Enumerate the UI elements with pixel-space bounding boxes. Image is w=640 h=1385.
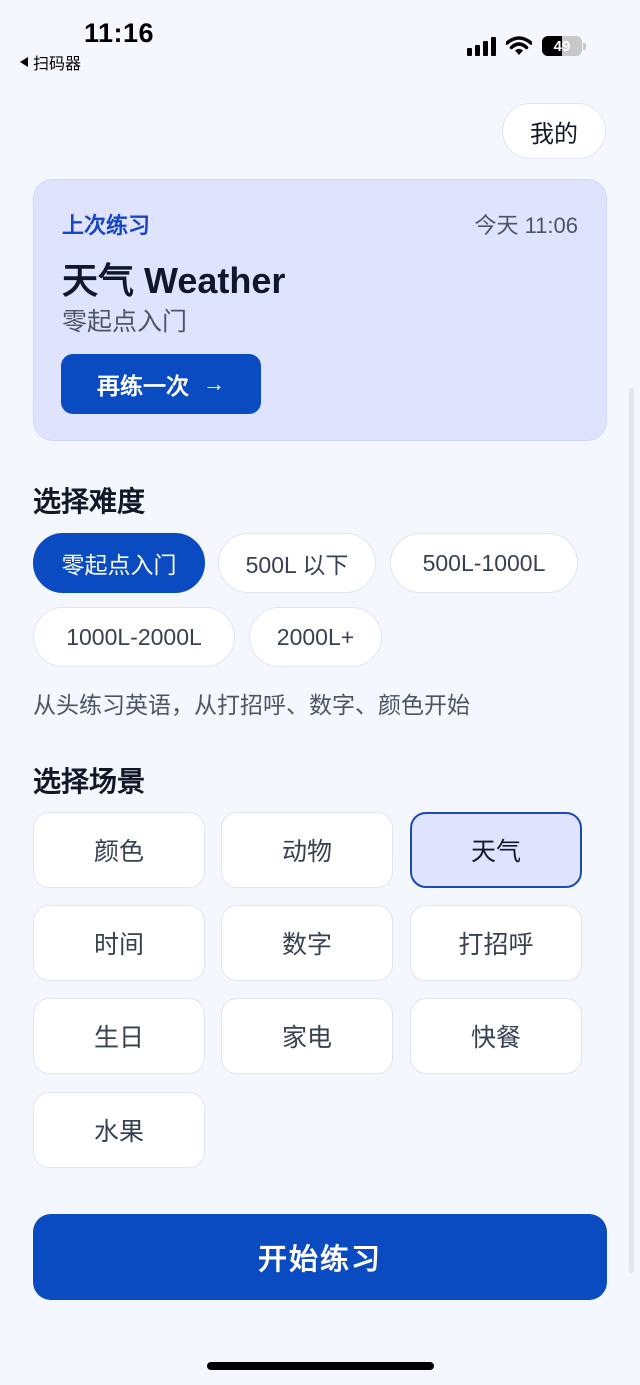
scene-section-title: 选择场景 xyxy=(33,766,146,797)
difficulty-chip[interactable]: 零起点入门 xyxy=(33,533,205,593)
scene-option[interactable]: 颜色 xyxy=(33,812,205,888)
back-app-label: 扫码器 xyxy=(33,56,82,73)
battery-icon: 49 xyxy=(542,36,582,56)
status-icons: 49 xyxy=(467,36,586,56)
scene-option[interactable]: 家电 xyxy=(221,998,393,1074)
cellular-signal-icon xyxy=(467,36,496,56)
last-practice-label: 上次练习 xyxy=(62,213,151,238)
last-practice-time: 今天 11:06 xyxy=(474,213,578,238)
home-indicator xyxy=(207,1362,434,1370)
scene-option[interactable]: 动物 xyxy=(221,812,393,888)
scene-option[interactable]: 数字 xyxy=(221,905,393,981)
status-time: 11:16 xyxy=(84,18,155,48)
difficulty-chip[interactable]: 500L-1000L xyxy=(390,533,578,593)
scene-option[interactable]: 水果 xyxy=(33,1092,205,1168)
scrollbar[interactable] xyxy=(629,388,634,1273)
wifi-icon xyxy=(506,36,532,55)
last-practice-card: 上次练习 今天 11:06 天气 Weather 零起点入门 再练一次 → xyxy=(33,179,607,441)
my-profile-button[interactable]: 我的 xyxy=(502,103,606,159)
last-practice-title: 天气 Weather xyxy=(62,260,286,301)
back-to-app-link[interactable]: 扫码器 xyxy=(20,50,81,74)
last-practice-level: 零起点入门 xyxy=(62,308,188,336)
arrow-right-icon: → xyxy=(203,371,225,396)
battery-cap xyxy=(583,42,586,50)
back-triangle-icon xyxy=(20,57,28,67)
scene-option[interactable]: 生日 xyxy=(33,998,205,1074)
scene-option[interactable]: 时间 xyxy=(33,905,205,981)
difficulty-section-title: 选择难度 xyxy=(33,486,146,517)
battery-level: 49 xyxy=(553,37,571,55)
difficulty-description: 从头练习英语，从打招呼、数字、颜色开始 xyxy=(33,692,470,718)
battery-indicator: 49 xyxy=(542,36,586,56)
difficulty-chip[interactable]: 2000L+ xyxy=(249,607,382,667)
practice-again-label: 再练一次 xyxy=(97,373,189,399)
practice-again-button[interactable]: 再练一次 → xyxy=(61,354,261,414)
scene-option[interactable]: 天气 xyxy=(410,812,582,888)
scene-option[interactable]: 快餐 xyxy=(410,998,582,1074)
scene-option[interactable]: 打招呼 xyxy=(410,905,582,981)
difficulty-chip[interactable]: 1000L-2000L xyxy=(33,607,235,667)
start-practice-button[interactable]: 开始练习 xyxy=(33,1214,607,1300)
difficulty-chip[interactable]: 500L 以下 xyxy=(218,533,376,593)
